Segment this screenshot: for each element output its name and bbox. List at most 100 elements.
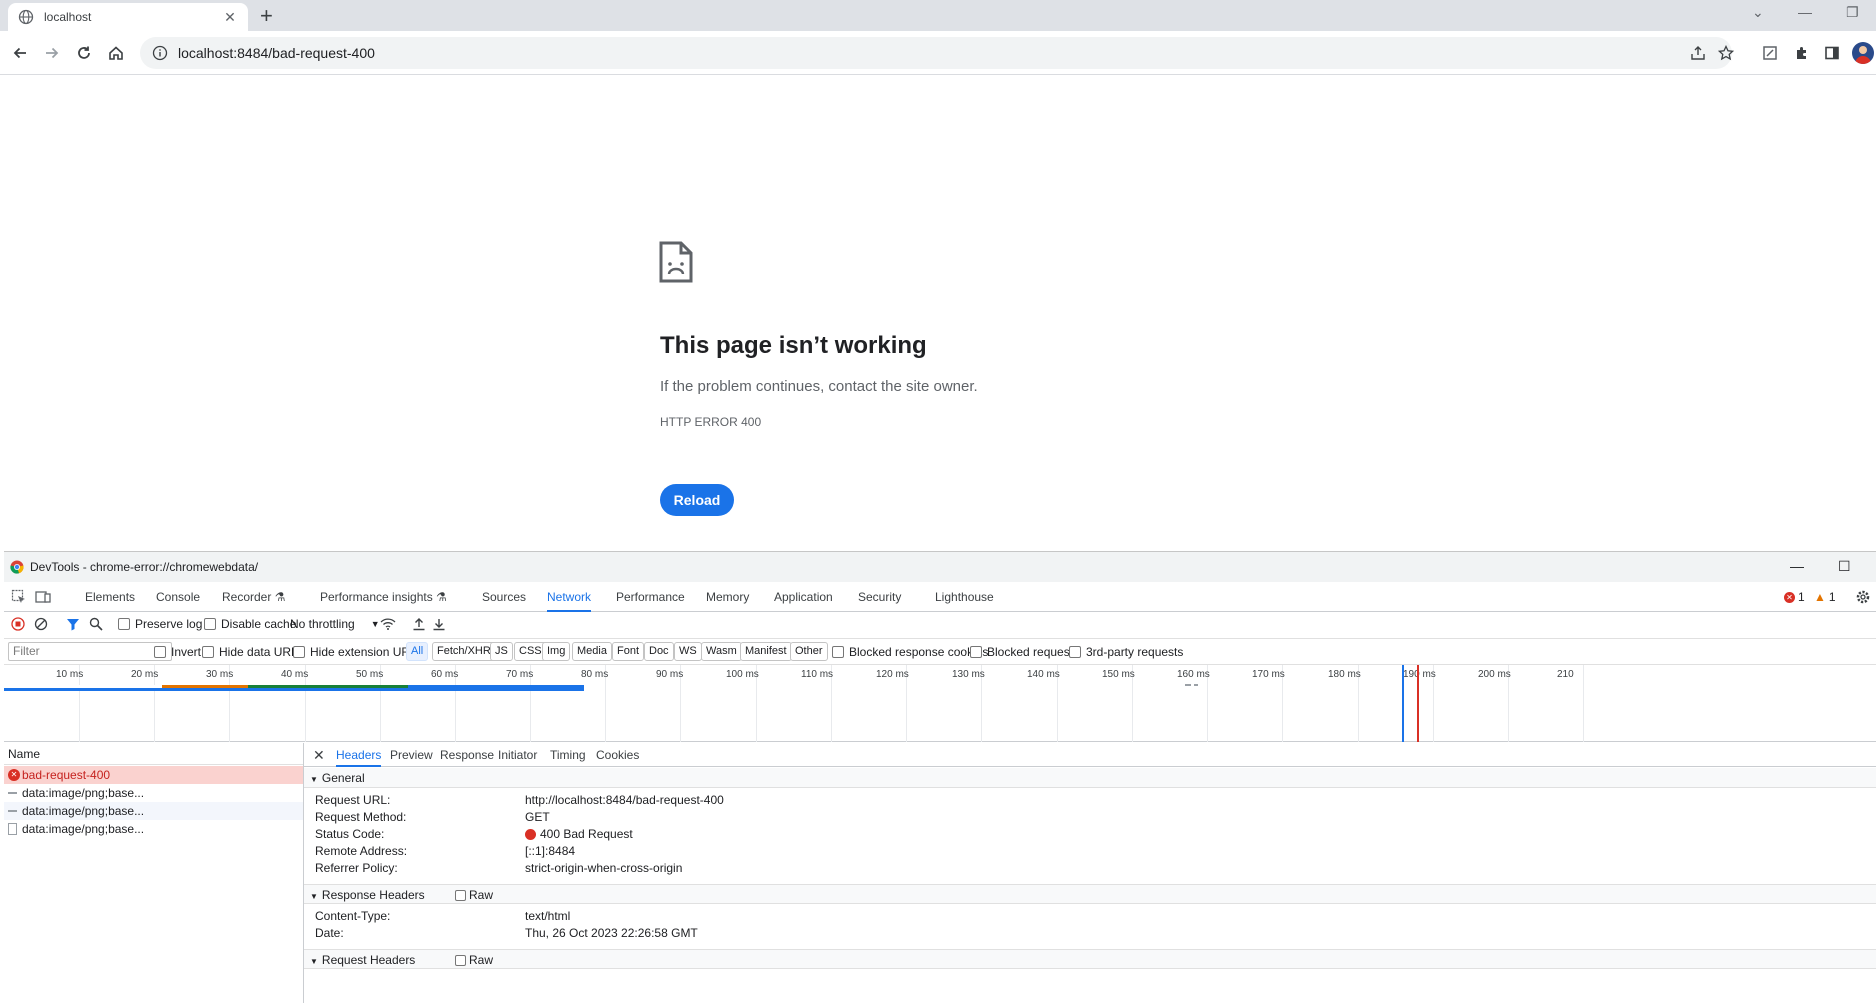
throttling-select[interactable]: No throttling ▼ (290, 617, 380, 631)
disable-cache-box[interactable] (204, 618, 216, 630)
settings-gear-icon[interactable] (1854, 588, 1872, 606)
home-icon[interactable] (102, 39, 130, 67)
filter-input[interactable]: Filter (8, 642, 172, 661)
hide-data-urls-box[interactable] (202, 646, 214, 658)
info-icon[interactable] (152, 45, 168, 61)
type-filter-doc[interactable]: Doc (644, 642, 674, 661)
request-row[interactable]: data:image/png;base... (4, 820, 303, 838)
hide-data-urls-checkbox[interactable]: Hide data URLs (202, 645, 304, 659)
browser-tab[interactable]: localhost ✕ (8, 3, 248, 31)
tab-performance[interactable]: Performance (616, 582, 685, 612)
devtools-maximize-icon[interactable]: ☐ (1838, 558, 1851, 575)
inspect-element-icon[interactable] (10, 588, 28, 606)
tab-preview[interactable]: Preview (390, 743, 433, 767)
tab-timing[interactable]: Timing (550, 743, 586, 767)
tab-console[interactable]: Console (156, 582, 200, 612)
tab-application[interactable]: Application (774, 582, 833, 612)
type-filter-media[interactable]: Media (572, 642, 612, 661)
third-party-requests-checkbox[interactable]: 3rd-party requests (1069, 645, 1183, 659)
extension-icon[interactable] (1756, 39, 1784, 67)
tab-network[interactable]: Network (547, 582, 592, 612)
third-party-requests-box[interactable] (1069, 646, 1081, 658)
close-tab-icon[interactable]: ✕ (222, 9, 238, 26)
raw-box[interactable] (455, 889, 466, 901)
raw-box[interactable] (455, 954, 466, 966)
side-panel-icon[interactable] (1818, 39, 1846, 67)
type-filter-all[interactable]: All (406, 642, 429, 661)
reload-icon[interactable] (70, 39, 98, 67)
request-name: data:image/png;base... (22, 822, 145, 836)
tab-memory[interactable]: Memory (706, 582, 749, 612)
error-counter[interactable]: ✕ 1 (1784, 590, 1805, 604)
header-key: Content-Type: (315, 909, 391, 923)
tab-security[interactable]: Security (858, 582, 901, 612)
tick-label: 140 ms (1027, 669, 1060, 680)
filter-funnel-icon[interactable] (66, 617, 80, 631)
chevron-down-icon[interactable]: ⌄ (1752, 4, 1764, 21)
record-stop-icon[interactable] (11, 617, 25, 631)
browser-toolbar: localhost:8484/bad-request-400 (0, 31, 1876, 75)
close-detail-icon[interactable]: ✕ (313, 743, 325, 767)
hide-extension-urls-checkbox[interactable]: Hide extension URLs (293, 645, 423, 659)
network-timeline-overview[interactable]: 10 ms 20 ms 30 ms 40 ms 50 ms 60 ms 70 m… (4, 665, 1876, 742)
blocked-requests-label: Blocked requests (987, 645, 1080, 659)
request-row[interactable]: ✕ bad-request-400 (4, 766, 303, 784)
invert-box[interactable] (154, 646, 166, 658)
request-row[interactable]: data:image/png;base... (4, 784, 303, 802)
forward-icon[interactable] (38, 39, 66, 67)
type-filter-other[interactable]: Other (790, 642, 828, 661)
raw-checkbox[interactable]: Raw (455, 885, 493, 905)
puzzle-extensions-icon[interactable] (1788, 39, 1816, 67)
network-conditions-icon[interactable] (380, 617, 396, 631)
device-toolbar-icon[interactable] (34, 588, 52, 606)
blocked-response-cookies-box[interactable] (832, 646, 844, 658)
reload-button[interactable]: Reload (660, 484, 734, 516)
minimize-icon[interactable]: — (1798, 4, 1812, 20)
blocked-requests-checkbox[interactable]: Blocked requests (970, 645, 1079, 659)
tab-lighthouse[interactable]: Lighthouse (935, 582, 994, 612)
general-section-header[interactable]: ▼ General (304, 768, 1876, 788)
search-icon[interactable] (89, 617, 103, 631)
warning-counter[interactable]: ▲ 1 (1814, 590, 1836, 604)
devtools-minimize-icon[interactable]: — (1790, 558, 1804, 574)
export-har-icon[interactable] (432, 617, 446, 631)
import-har-icon[interactable] (412, 617, 426, 631)
preserve-log-box[interactable] (118, 618, 130, 630)
request-headers-section-header[interactable]: ▼ Request Headers Raw (304, 949, 1876, 969)
hide-extension-urls-box[interactable] (293, 646, 305, 658)
tab-elements[interactable]: Elements (85, 582, 135, 612)
tab-performance-insights[interactable]: Performance insights ⚗ (320, 582, 447, 612)
disable-cache-checkbox[interactable]: Disable cache (204, 617, 296, 631)
response-headers-section-header[interactable]: ▼ Response Headers Raw (304, 884, 1876, 904)
clear-icon[interactable] (34, 617, 48, 631)
new-tab-icon[interactable]: + (260, 4, 273, 28)
request-row[interactable]: data:image/png;base... (4, 802, 303, 820)
tab-recorder[interactable]: Recorder ⚗ (222, 582, 285, 612)
share-icon[interactable] (1684, 39, 1712, 67)
preserve-log-checkbox[interactable]: Preserve log (118, 617, 202, 631)
profile-avatar[interactable] (1852, 42, 1874, 64)
address-bar[interactable]: localhost:8484/bad-request-400 (140, 37, 1734, 69)
tab-sources[interactable]: Sources (482, 582, 526, 612)
type-filter-font[interactable]: Font (612, 642, 645, 661)
devtools-titlebar: DevTools - chrome-error://chromewebdata/… (4, 552, 1876, 582)
blocked-response-cookies-checkbox[interactable]: Blocked response cookies (832, 645, 988, 659)
bookmark-star-icon[interactable] (1712, 39, 1740, 67)
type-filter-img[interactable]: Img (542, 642, 571, 661)
raw-checkbox[interactable]: Raw (455, 950, 493, 970)
restore-icon[interactable]: ❐ (1846, 4, 1859, 21)
triangle-down-icon: ▼ (310, 892, 318, 901)
name-column-header[interactable]: Name (4, 743, 303, 765)
type-filter-wasm[interactable]: Wasm (701, 642, 742, 661)
tab-headers[interactable]: Headers (336, 743, 382, 767)
type-filter-ws[interactable]: WS (674, 642, 702, 661)
blocked-requests-box[interactable] (970, 646, 982, 658)
invert-checkbox[interactable]: Invert (154, 645, 201, 659)
type-filter-js[interactable]: JS (490, 642, 513, 661)
tab-initiator[interactable]: Initiator (498, 743, 537, 767)
type-filter-fetch-xhr[interactable]: Fetch/XHR (432, 642, 496, 661)
back-icon[interactable] (6, 39, 34, 67)
type-filter-manifest[interactable]: Manifest (740, 642, 792, 661)
tab-cookies[interactable]: Cookies (596, 743, 639, 767)
tab-response[interactable]: Response (440, 743, 494, 767)
